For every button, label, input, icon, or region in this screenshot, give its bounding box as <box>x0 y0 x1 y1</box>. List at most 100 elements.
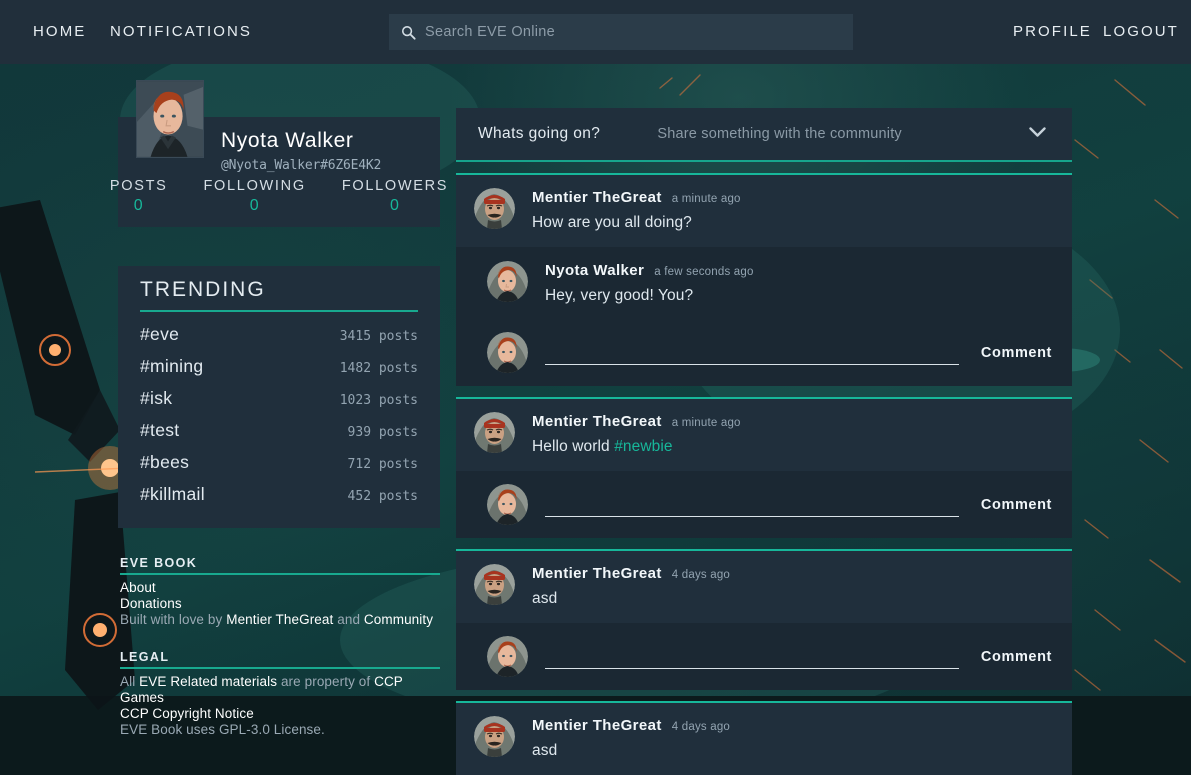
avatar[interactable] <box>474 564 515 605</box>
footer-legal-all: All <box>120 674 135 689</box>
footer-link-community[interactable]: Community <box>364 612 433 627</box>
sidebar-footer: EVE BOOK About Donations Built with love… <box>118 556 440 738</box>
chevron-down-icon[interactable] <box>1029 127 1046 138</box>
stat-followers[interactable]: FOLLOWERS 0 <box>342 178 448 215</box>
avatar[interactable] <box>474 188 515 229</box>
trending-tag: #isk <box>140 388 172 409</box>
comment-input[interactable] <box>545 493 959 517</box>
top-navigation-bar: HOME NOTIFICATIONS PROFILE LOGOUT <box>0 0 1191 64</box>
feed-post: Mentier TheGreat 4 days ago asd <box>456 701 1072 775</box>
comment-composer: Comment <box>456 471 1072 538</box>
avatar[interactable] <box>136 80 204 158</box>
post-timestamp: 4 days ago <box>672 569 730 581</box>
post-timestamp: 4 days ago <box>672 721 730 733</box>
page-content: Nyota Walker @Nyota_Walker#6Z6E4K2 POSTS… <box>0 64 1191 696</box>
profile-card: Nyota Walker @Nyota_Walker#6Z6E4K2 POSTS… <box>118 117 440 227</box>
trending-count: 939 posts <box>348 425 418 440</box>
profile-name: Nyota Walker <box>221 129 353 153</box>
stat-following-label: FOLLOWING <box>204 178 306 194</box>
trending-panel: TRENDING #eve 3415 posts #mining 1482 po… <box>118 266 440 528</box>
composer-title: Whats going on? <box>478 125 600 143</box>
comment-button[interactable]: Comment <box>981 345 1052 361</box>
footer-built-with-love: Built with love by Mentier TheGreat and … <box>120 612 440 628</box>
comment-input[interactable] <box>545 341 959 365</box>
avatar-nyota-walker-icon <box>487 332 528 373</box>
trending-tag: #test <box>140 420 179 441</box>
trending-tag: #mining <box>140 356 203 377</box>
avatar-nyota-walker-icon <box>487 636 528 677</box>
trending-count: 1023 posts <box>340 393 418 408</box>
profile-stats: POSTS 0 FOLLOWING 0 FOLLOWERS 0 <box>118 178 440 215</box>
reply-author[interactable]: Nyota Walker <box>545 262 644 279</box>
trending-count: 3415 posts <box>340 329 418 344</box>
nav-link-logout[interactable]: LOGOUT <box>1103 23 1179 40</box>
search-bar[interactable] <box>389 14 853 50</box>
stat-posts[interactable]: POSTS 0 <box>110 178 168 215</box>
avatar[interactable] <box>487 636 528 677</box>
trending-count: 1482 posts <box>340 361 418 376</box>
stat-posts-label: POSTS <box>110 178 168 194</box>
left-sidebar: Nyota Walker @Nyota_Walker#6Z6E4K2 POSTS… <box>118 64 440 738</box>
footer-legal-property-of: are property of <box>281 674 370 689</box>
stat-posts-value: 0 <box>110 197 168 215</box>
post-hashtag[interactable]: #newbie <box>614 438 672 455</box>
post-author[interactable]: Mentier TheGreat <box>532 413 662 430</box>
post-timestamp: a minute ago <box>672 193 741 205</box>
reply-timestamp: a few seconds ago <box>654 266 753 278</box>
footer-link-donations-row: Donations <box>120 596 440 612</box>
comment-input[interactable] <box>545 645 959 669</box>
trending-title: TRENDING <box>140 278 418 312</box>
trending-item[interactable]: #test 939 posts <box>140 414 418 446</box>
post-text: Hello world <box>532 438 610 455</box>
post-text: How are you all doing? <box>532 214 1052 232</box>
post-body: Mentier TheGreat 4 days ago asd <box>456 551 1072 623</box>
avatar[interactable] <box>487 484 528 525</box>
avatar-mentier-thegreat-icon <box>474 564 515 605</box>
avatar[interactable] <box>474 412 515 453</box>
trending-tag: #eve <box>140 324 179 345</box>
reply-text: Hey, very good! You? <box>545 287 1052 305</box>
footer-link-donations[interactable]: Donations <box>120 596 182 611</box>
profile-handle: @Nyota_Walker#6Z6E4K2 <box>221 158 381 173</box>
footer-link-eve-materials[interactable]: EVE Related materials <box>139 674 277 689</box>
post-body: Mentier TheGreat a minute ago Hello worl… <box>456 399 1072 471</box>
footer-heading-legal: LEGAL <box>120 650 440 669</box>
search-input[interactable] <box>425 14 853 50</box>
search-icon <box>401 25 416 40</box>
nav-link-notifications[interactable]: NOTIFICATIONS <box>110 23 252 40</box>
trending-count: 712 posts <box>348 457 418 472</box>
trending-tag: #killmail <box>140 484 205 505</box>
trending-item[interactable]: #killmail 452 posts <box>140 478 418 510</box>
post-composer[interactable]: Whats going on? Share something with the… <box>456 108 1072 160</box>
avatar[interactable] <box>487 332 528 373</box>
post-body: Mentier TheGreat 4 days ago asd <box>456 703 1072 775</box>
comment-composer: Comment <box>456 319 1072 386</box>
post-author[interactable]: Mentier TheGreat <box>532 717 662 734</box>
comment-composer: Comment <box>456 623 1072 690</box>
feed-column: Whats going on? Share something with the… <box>456 108 1072 775</box>
trending-item[interactable]: #eve 3415 posts <box>140 318 418 350</box>
footer-link-about[interactable]: About <box>120 580 156 595</box>
stat-followers-label: FOLLOWERS <box>342 178 448 194</box>
post-author[interactable]: Mentier TheGreat <box>532 189 662 206</box>
trending-tag: #bees <box>140 452 189 473</box>
trending-item[interactable]: #bees 712 posts <box>140 446 418 478</box>
avatar[interactable] <box>474 716 515 757</box>
stat-following-value: 0 <box>204 197 306 215</box>
trending-item[interactable]: #isk 1023 posts <box>140 382 418 414</box>
footer-legal-license: EVE Book uses GPL-3.0 License. <box>120 722 325 737</box>
avatar-nyota-walker-icon <box>137 81 203 157</box>
footer-link-author[interactable]: Mentier TheGreat <box>226 612 333 627</box>
comment-button[interactable]: Comment <box>981 649 1052 665</box>
post-author[interactable]: Mentier TheGreat <box>532 565 662 582</box>
nav-link-home[interactable]: HOME <box>33 23 86 40</box>
footer-legal-materials-row: All EVE Related materials are property o… <box>120 674 440 706</box>
trending-item[interactable]: #mining 1482 posts <box>140 350 418 382</box>
comment-button[interactable]: Comment <box>981 497 1052 513</box>
nav-link-profile[interactable]: PROFILE <box>1013 23 1092 40</box>
avatar[interactable] <box>487 261 528 302</box>
post-timestamp: a minute ago <box>672 417 741 429</box>
footer-link-ccp-copyright-notice[interactable]: CCP Copyright Notice <box>120 706 254 721</box>
avatar-nyota-walker-icon <box>487 261 528 302</box>
stat-following[interactable]: FOLLOWING 0 <box>204 178 306 215</box>
